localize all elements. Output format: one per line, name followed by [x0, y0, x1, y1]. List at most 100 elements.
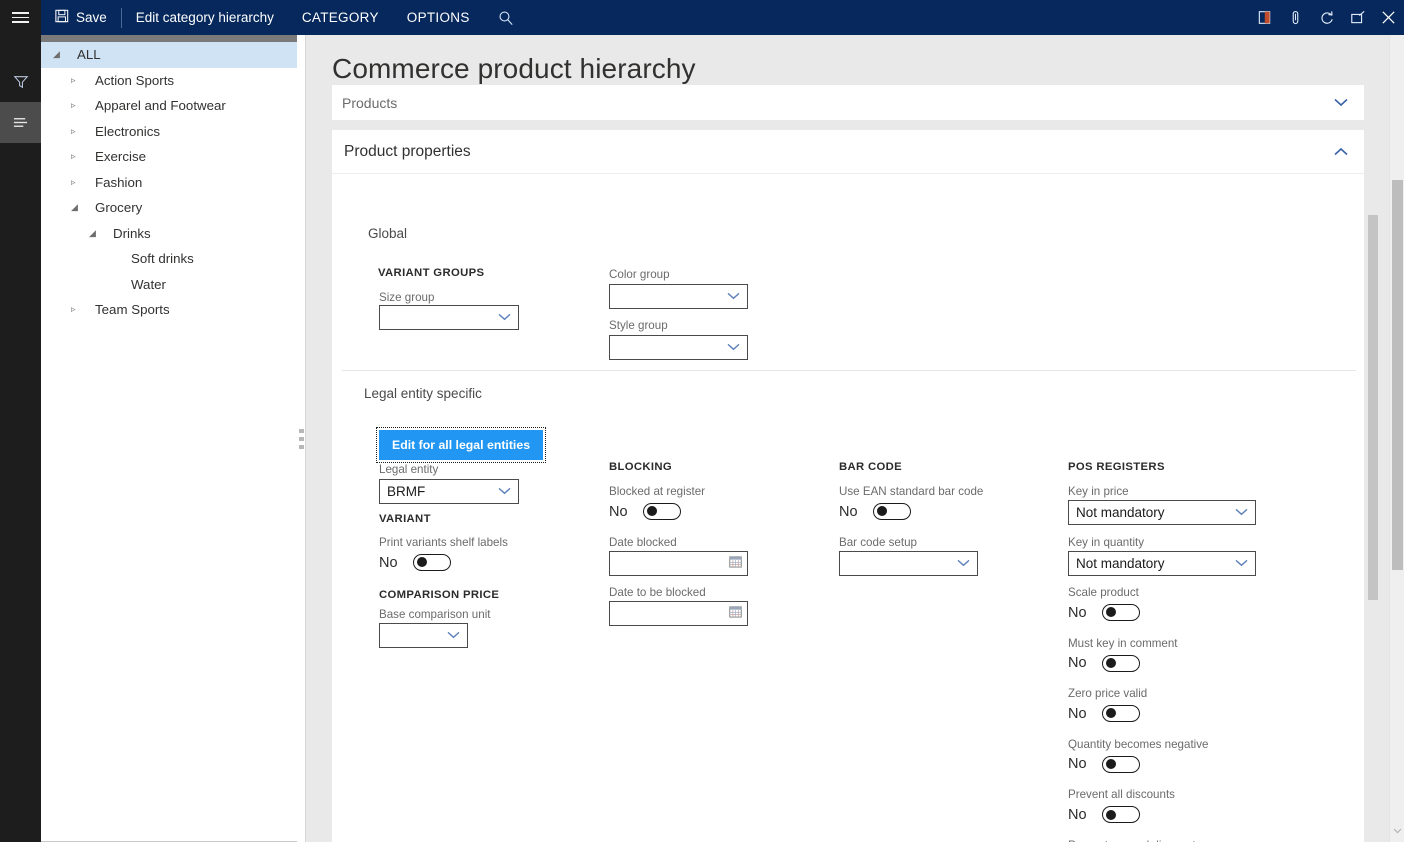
- chevron-down-icon: [1334, 94, 1348, 112]
- tree-expanded-arrow-icon[interactable]: ◢: [71, 202, 82, 213]
- attachment-icon[interactable]: [1280, 0, 1311, 35]
- use-ean-standard-bar-code-value: No: [839, 504, 862, 520]
- section-products-label: Products: [332, 95, 397, 111]
- tree-node-water[interactable]: Water: [41, 272, 297, 298]
- section-divider: [342, 370, 1356, 371]
- tree-node-label: Soft drinks: [131, 251, 194, 266]
- chevron-down-icon: [1235, 507, 1255, 519]
- color-group-select[interactable]: [609, 284, 748, 309]
- blocked-at-register-toggle[interactable]: [643, 503, 681, 520]
- tree-collapsed-arrow-icon[interactable]: ▹: [71, 100, 82, 111]
- left-icon-rail: [0, 35, 41, 842]
- tree-collapsed-arrow-icon[interactable]: ▹: [71, 126, 82, 137]
- prevent-all-discounts-toggle[interactable]: [1102, 806, 1140, 823]
- date-to-be-blocked-input[interactable]: [609, 601, 748, 626]
- tree-node-soft-drinks[interactable]: Soft drinks: [41, 246, 297, 272]
- tree-horizontal-scrollbar[interactable]: [41, 35, 297, 42]
- must-key-in-comment-toggle[interactable]: [1102, 655, 1140, 672]
- key-in-quantity-select[interactable]: Not mandatory: [1068, 551, 1256, 576]
- section-product-properties-header[interactable]: Product properties: [332, 130, 1364, 173]
- blocked-at-register-value: No: [609, 504, 632, 520]
- scale-product-row: No: [1068, 604, 1140, 621]
- tree-node-label: Grocery: [95, 200, 142, 215]
- tree-expanded-arrow-icon[interactable]: ◢: [89, 228, 100, 239]
- top-navigation-bar: Save Edit category hierarchy CATEGORY OP…: [0, 0, 1404, 35]
- legal-entity-select[interactable]: BRMF: [379, 479, 519, 504]
- use-ean-standard-bar-code-toggle[interactable]: [873, 503, 911, 520]
- blocking-heading: BLOCKING: [609, 461, 672, 473]
- base-comparison-unit-select[interactable]: [379, 623, 468, 648]
- filter-funnel-icon[interactable]: [0, 61, 41, 102]
- date-blocked-input[interactable]: [609, 551, 748, 576]
- calendar-icon[interactable]: [729, 555, 742, 573]
- office-app-icon[interactable]: [1249, 0, 1280, 35]
- tree-collapsed-arrow-icon[interactable]: ▹: [71, 177, 82, 188]
- page-scroll-thumb[interactable]: [1392, 180, 1403, 570]
- tree-node-label: Team Sports: [95, 302, 170, 317]
- tree-node-drinks[interactable]: ◢ Drinks: [41, 221, 297, 247]
- quantity-becomes-negative-label: Quantity becomes negative: [1068, 738, 1209, 751]
- tree-collapsed-arrow-icon[interactable]: ▹: [71, 304, 82, 315]
- tree-node-apparel-and-footwear[interactable]: ▹Apparel and Footwear: [41, 93, 297, 119]
- save-button[interactable]: Save: [41, 0, 121, 35]
- zero-price-valid-toggle[interactable]: [1102, 705, 1140, 722]
- tree-node-label: Fashion: [95, 175, 142, 190]
- size-group-select[interactable]: [379, 305, 519, 330]
- bar-code-setup-label: Bar code setup: [839, 536, 917, 549]
- bar-code-heading: BAR CODE: [839, 461, 902, 473]
- tree-node-fashion[interactable]: ▹ Fashion: [41, 170, 297, 196]
- list-lines-icon[interactable]: [0, 102, 41, 143]
- tree-node-label: Drinks: [113, 226, 151, 241]
- style-group-label: Style group: [609, 319, 668, 332]
- chevron-down-icon: [1235, 558, 1255, 570]
- save-disk-icon: [55, 9, 69, 26]
- zero-price-valid-value: No: [1068, 706, 1091, 722]
- tree-node-electronics[interactable]: ▹ Electronics: [41, 119, 297, 145]
- scroll-down-caret-icon[interactable]: [1393, 826, 1402, 836]
- product-properties-body: Global VARIANT GROUPS Size group Color g…: [332, 173, 1364, 842]
- print-variants-shelf-labels-row: No: [379, 554, 451, 571]
- quantity-becomes-negative-toggle[interactable]: [1102, 756, 1140, 773]
- top-right-icons: [1249, 0, 1404, 35]
- bar-code-setup-select[interactable]: [839, 551, 978, 576]
- key-in-price-select[interactable]: Not mandatory: [1068, 500, 1256, 525]
- print-variants-shelf-labels-toggle[interactable]: [413, 554, 451, 571]
- search-icon[interactable]: [484, 10, 526, 26]
- tree-node-action-sports[interactable]: ▹Action Sports: [41, 68, 297, 94]
- tree-node-team-sports[interactable]: ▹ Team Sports: [41, 297, 297, 323]
- tree-node-label: Water: [131, 277, 166, 292]
- tree-node-all[interactable]: ◢ALL: [41, 42, 297, 68]
- close-icon[interactable]: [1373, 0, 1404, 35]
- form-name-label[interactable]: Edit category hierarchy: [122, 0, 288, 35]
- variant-groups-heading: VARIANT GROUPS: [378, 267, 484, 279]
- must-key-in-comment-value: No: [1068, 655, 1091, 671]
- menu-category[interactable]: CATEGORY: [288, 0, 393, 35]
- tree-node-grocery[interactable]: ◢ Grocery: [41, 195, 297, 221]
- use-ean-standard-bar-code-row: No: [839, 503, 911, 520]
- page-vertical-scrollbar[interactable]: [1389, 35, 1404, 842]
- tree-node-exercise[interactable]: ▹Exercise: [41, 144, 297, 170]
- print-variants-shelf-labels-value: No: [379, 555, 402, 571]
- zero-price-valid-label: Zero price valid: [1068, 687, 1147, 700]
- tree-expanded-arrow-icon[interactable]: ◢: [53, 49, 64, 60]
- tree-collapsed-arrow-icon[interactable]: ▹: [71, 151, 82, 162]
- tree-collapsed-arrow-icon[interactable]: ▹: [71, 75, 82, 86]
- legal-entity-value: BRMF: [380, 484, 498, 499]
- menu-options[interactable]: OPTIONS: [393, 0, 484, 35]
- quantity-becomes-negative-value: No: [1068, 756, 1091, 772]
- tree-node-label: Electronics: [95, 124, 160, 139]
- section-products-header[interactable]: Products: [332, 85, 1364, 120]
- refresh-icon[interactable]: [1311, 0, 1342, 35]
- open-in-new-window-icon[interactable]: [1342, 0, 1373, 35]
- properties-inner-scrollbar[interactable]: [1368, 205, 1378, 842]
- edit-for-all-legal-entities-button[interactable]: Edit for all legal entities: [379, 430, 543, 460]
- blocked-at-register-label: Blocked at register: [609, 485, 705, 498]
- properties-inner-scroll-thumb[interactable]: [1368, 215, 1378, 600]
- style-group-select[interactable]: [609, 335, 748, 360]
- prevent-all-discounts-label: Prevent all discounts: [1068, 788, 1175, 801]
- panel-splitter[interactable]: [297, 35, 306, 842]
- pos-registers-heading: POS REGISTERS: [1068, 461, 1165, 473]
- calendar-icon[interactable]: [729, 605, 742, 623]
- menu-icon[interactable]: [0, 0, 41, 35]
- scale-product-toggle[interactable]: [1102, 604, 1140, 621]
